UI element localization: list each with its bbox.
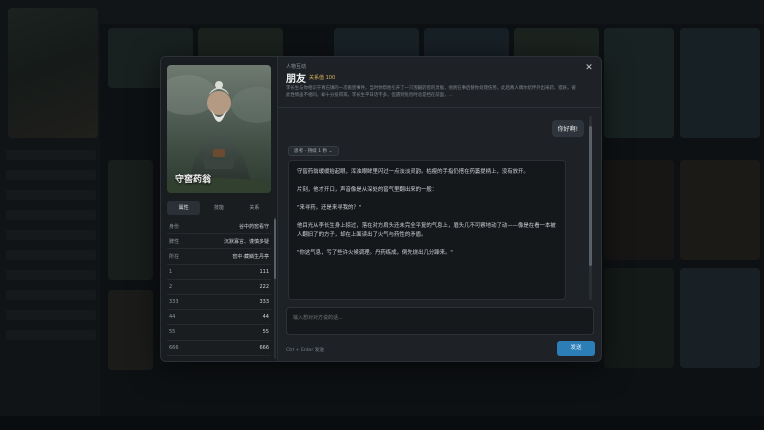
attribute-value: 666: [259, 344, 269, 351]
attribute-value: 333: [259, 299, 269, 306]
close-button[interactable]: ✕: [583, 62, 595, 74]
conversation-panel: 人物互动 朋友 关系值 100 李长生与你相识于青石镇的一次挑窖事件。当时你帮他…: [278, 57, 601, 361]
thinking-toggle-label: 思考 · 持续 1 秒: [294, 149, 328, 154]
tab-relations[interactable]: 关系: [238, 201, 271, 215]
attribute-row: 脾性 沉默寡言、谨慎多疑: [167, 234, 271, 250]
user-message-bubble: 你好啊!: [551, 120, 584, 137]
attribute-row: 身份 谷中药窖看守: [167, 219, 271, 235]
npc-info-panel: 守窖药翁 属性 技能 关系 身份 谷中药窖看守 脾性 沉默寡言、谨慎多疑 所在 窖中·…: [161, 57, 278, 361]
tab-skills[interactable]: 技能: [202, 201, 235, 215]
attribute-key: 身份: [169, 223, 180, 230]
attribute-list: 身份 谷中药窖看守 脾性 沉默寡言、谨慎多疑 所在 窖中·藏鳞生丹亭 1 111 2 22…: [167, 219, 271, 359]
chat-scrollbar-thumb[interactable]: [589, 126, 592, 266]
attribute-key: 333: [169, 299, 179, 306]
attribute-value: 窖中·藏鳞生丹亭: [232, 253, 269, 260]
relationship-description: 李长生与你相识于青石镇的一次挑窖事件。当时你帮他引开了一只觊觎药窖的灵猴，他则在…: [286, 86, 576, 98]
attribute-row: 666 666: [167, 341, 271, 356]
attribute-key: 55: [169, 329, 176, 336]
npc-name: 守窖药翁: [175, 175, 212, 185]
tab-attributes[interactable]: 属性: [167, 201, 201, 215]
attribute-value: 44: [262, 314, 269, 321]
send-button[interactable]: 发送: [557, 341, 595, 356]
attribute-row: 777777: [167, 356, 271, 359]
attribute-value: 55: [262, 329, 269, 336]
attribute-key: 44: [169, 314, 176, 321]
chat-history: 你好啊! 思考 · 持续 1 秒 ⌄ 守窖药翁缓缓抬起眼，浑浊眼眸里闪过一点淡淡…: [284, 112, 596, 300]
attribute-row: 所在 窖中·藏鳞生丹亭: [167, 249, 271, 265]
reply-paragraph: 守窖药翁缓缓抬起眼，浑浊眼眸里闪过一点淡淡灵韵。枯瘦的手指仍搭在药篓提柄上，没有…: [297, 169, 529, 175]
attribute-value: 222: [259, 283, 269, 290]
attribute-row: 333 333: [167, 295, 271, 311]
attribute-scrollbar-thumb[interactable]: [274, 219, 276, 279]
attribute-key: 1: [169, 268, 173, 275]
attribute-key: 2: [169, 283, 173, 290]
attribute-scrollbar[interactable]: [274, 217, 276, 359]
attribute-value: 谷中药窖看守: [238, 223, 269, 230]
attribute-value: 沉默寡言、谨慎多疑: [223, 238, 269, 245]
close-icon: ✕: [585, 63, 593, 73]
dialog-kicker: 人物互动: [286, 64, 307, 70]
relationship-title: 朋友: [286, 74, 306, 85]
reply-paragraph: "来寻药，还是来寻我的？": [297, 205, 362, 211]
attribute-value: 111: [259, 268, 269, 275]
npc-reply-bubble: 守窖药翁缓缓抬起眼，浑浊眼眸里闪过一点淡淡灵韵。枯瘦的手指仍搭在药篓提柄上，没有…: [288, 160, 566, 300]
attribute-row: 44 44: [167, 310, 271, 326]
reply-paragraph: "你这气息，亏了些许火候调理。丹药练成，倒先烧出几分躁来。": [297, 250, 453, 256]
chevron-down-icon: ⌄: [328, 149, 333, 154]
attribute-row: 2 222: [167, 280, 271, 295]
reply-paragraph: 片刻，他才开口，声音像是从深处的窖气里翻出来的一般：: [297, 187, 438, 193]
attribute-row: 1 111: [167, 265, 271, 280]
attribute-key: 666: [169, 344, 179, 351]
reply-paragraph: 他目光从李长生身上掠过，落在对方肩头还未完全平复的气息上，眉头几不可察地动了动—…: [297, 223, 556, 238]
header-divider: [278, 107, 601, 108]
send-shortcut-hint: Ctrl + Enter 发送: [286, 348, 324, 353]
thinking-toggle[interactable]: 思考 · 持续 1 秒 ⌄: [288, 146, 339, 156]
message-input[interactable]: [286, 307, 594, 335]
attribute-key: 脾性: [169, 238, 180, 245]
chat-scrollbar[interactable]: [589, 116, 592, 300]
npc-interaction-dialog: 守窖药翁 属性 技能 关系 身份 谷中药窖看守 脾性 沉默寡言、谨慎多疑 所在 窖中·…: [160, 56, 602, 362]
attribute-key: 所在: [169, 253, 180, 260]
npc-portrait: 守窖药翁: [167, 65, 271, 193]
npc-tabs: 属性 技能 关系: [167, 201, 271, 215]
relationship-value: 关系值 100: [309, 75, 336, 81]
attribute-row: 55 55: [167, 325, 271, 341]
